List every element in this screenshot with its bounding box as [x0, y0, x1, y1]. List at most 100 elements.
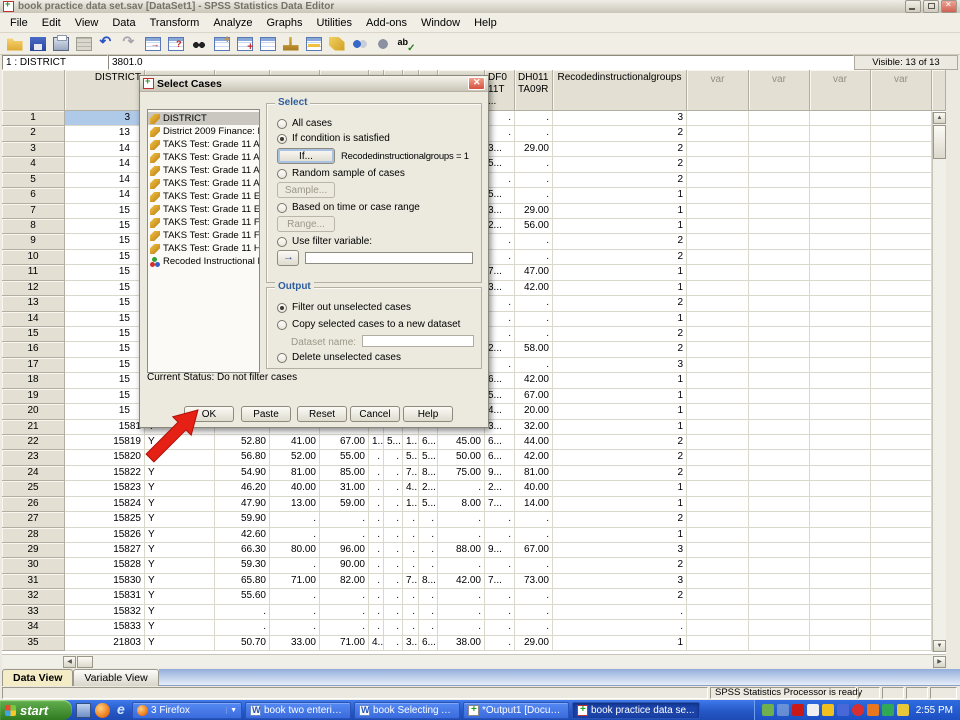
- grid-cell[interactable]: 2: [553, 234, 687, 249]
- row-number[interactable]: 33: [2, 605, 65, 620]
- grid-cell[interactable]: 3...: [485, 204, 515, 219]
- grid-cell[interactable]: 2: [553, 558, 687, 573]
- grid-cell[interactable]: 31.00: [320, 481, 369, 496]
- grid-cell[interactable]: [871, 250, 932, 265]
- grid-cell[interactable]: 15: [65, 342, 145, 357]
- grid-cell[interactable]: .: [515, 173, 553, 188]
- desktop-quicklaunch-icon[interactable]: [76, 703, 91, 718]
- column-header[interactable]: var: [810, 70, 871, 111]
- grid-cell[interactable]: Y: [145, 574, 215, 589]
- grid-cell[interactable]: 1: [553, 265, 687, 280]
- grid-cell[interactable]: 9...: [485, 543, 515, 558]
- grid-cell[interactable]: 7...: [403, 466, 419, 481]
- grid-cell[interactable]: [749, 126, 810, 141]
- row-number[interactable]: 16: [2, 342, 65, 357]
- grid-cell[interactable]: 67.00: [515, 389, 553, 404]
- tray-icon-9[interactable]: [882, 704, 894, 716]
- grid-cell[interactable]: [749, 296, 810, 311]
- grid-cell[interactable]: .: [485, 605, 515, 620]
- scroll-up-icon[interactable]: ▲: [933, 112, 946, 124]
- grid-cell[interactable]: 1: [553, 188, 687, 203]
- grid-cell[interactable]: .: [438, 558, 485, 573]
- grid-cell[interactable]: 14.00: [515, 497, 553, 512]
- grid-cell[interactable]: [871, 312, 932, 327]
- tray-icon-6[interactable]: [837, 704, 849, 716]
- grid-cell[interactable]: Y: [145, 528, 215, 543]
- grid-cell[interactable]: [687, 312, 749, 327]
- grid-cell[interactable]: .: [384, 574, 403, 589]
- grid-cell[interactable]: 6...: [485, 450, 515, 465]
- grid-cell[interactable]: [810, 126, 871, 141]
- variable-item[interactable]: TAKS Test: Grade 11 Hi...: [148, 242, 259, 255]
- menu-analyze[interactable]: Analyze: [206, 15, 259, 31]
- taskbar-button-spss-output[interactable]: *Output1 [Document...: [463, 702, 569, 719]
- grid-cell[interactable]: 52.00: [270, 450, 320, 465]
- grid-cell[interactable]: 2: [553, 450, 687, 465]
- grid-cell[interactable]: [687, 173, 749, 188]
- grid-cell[interactable]: 15828: [65, 558, 145, 573]
- menu-addons[interactable]: Add-ons: [359, 15, 414, 31]
- grid-cell[interactable]: [871, 358, 932, 373]
- grid-cell[interactable]: [871, 543, 932, 558]
- grid-cell[interactable]: 5...: [485, 157, 515, 172]
- grid-cell[interactable]: .: [515, 358, 553, 373]
- grid-cell[interactable]: .: [403, 543, 419, 558]
- grid-cell[interactable]: [749, 188, 810, 203]
- grid-cell[interactable]: 6...: [485, 435, 515, 450]
- grid-cell[interactable]: 15823: [65, 481, 145, 496]
- taskbar-button-word[interactable]: book two entering da...: [245, 702, 351, 719]
- radio-icon[interactable]: [277, 237, 287, 247]
- grid-cell[interactable]: [687, 435, 749, 450]
- row-number[interactable]: 1: [2, 111, 65, 126]
- grid-cell[interactable]: 15827: [65, 543, 145, 558]
- grid-cell[interactable]: 1: [553, 636, 687, 651]
- grid-cell[interactable]: [687, 204, 749, 219]
- grid-cell[interactable]: 5...: [485, 389, 515, 404]
- grid-cell[interactable]: 40.00: [515, 481, 553, 496]
- grid-cell[interactable]: 2: [553, 126, 687, 141]
- grid-cell[interactable]: 1: [553, 481, 687, 496]
- grid-cell[interactable]: 6...: [419, 435, 438, 450]
- grid-cell[interactable]: 33.00: [270, 636, 320, 651]
- row-number[interactable]: 27: [2, 512, 65, 527]
- grid-cell[interactable]: [810, 188, 871, 203]
- grid-cell[interactable]: [871, 497, 932, 512]
- variable-item[interactable]: TAKS Test: Grade 11 A...: [148, 151, 259, 164]
- grid-cell[interactable]: [687, 558, 749, 573]
- grid-cell[interactable]: [749, 589, 810, 604]
- grid-cell[interactable]: .: [320, 620, 369, 635]
- grid-cell[interactable]: [810, 204, 871, 219]
- grid-cell[interactable]: [749, 543, 810, 558]
- grid-cell[interactable]: 3...: [485, 142, 515, 157]
- grid-cell[interactable]: [749, 636, 810, 651]
- spell-check-button[interactable]: [395, 34, 416, 53]
- grid-cell[interactable]: .: [485, 620, 515, 635]
- grid-cell[interactable]: .: [403, 528, 419, 543]
- grid-cell[interactable]: .: [485, 636, 515, 651]
- grid-cell[interactable]: .: [384, 528, 403, 543]
- grid-cell[interactable]: [687, 543, 749, 558]
- variable-item[interactable]: TAKS Test: Grade 11 A...: [148, 164, 259, 177]
- grid-cell[interactable]: [687, 157, 749, 172]
- grid-cell[interactable]: 40.00: [270, 481, 320, 496]
- grid-cell[interactable]: .: [438, 481, 485, 496]
- grid-cell[interactable]: .: [438, 512, 485, 527]
- grid-cell[interactable]: .: [485, 234, 515, 249]
- grid-cell[interactable]: [749, 512, 810, 527]
- row-number[interactable]: 12: [2, 281, 65, 296]
- grid-cell[interactable]: 90.00: [320, 558, 369, 573]
- restore-icon[interactable]: [923, 0, 939, 13]
- grid-cell[interactable]: [810, 327, 871, 342]
- if-button[interactable]: If...: [277, 148, 335, 164]
- grid-cell[interactable]: 2: [553, 342, 687, 357]
- grid-cell[interactable]: [871, 111, 932, 126]
- grid-cell[interactable]: .: [403, 558, 419, 573]
- grid-cell[interactable]: 15825: [65, 512, 145, 527]
- grid-cell[interactable]: 15: [65, 296, 145, 311]
- grid-cell[interactable]: .: [485, 528, 515, 543]
- grid-cell[interactable]: 46.20: [215, 481, 270, 496]
- column-header[interactable]: DISTRICT: [65, 70, 145, 111]
- grid-cell[interactable]: [687, 450, 749, 465]
- grid-cell[interactable]: [749, 157, 810, 172]
- grid-cell[interactable]: 3...: [403, 636, 419, 651]
